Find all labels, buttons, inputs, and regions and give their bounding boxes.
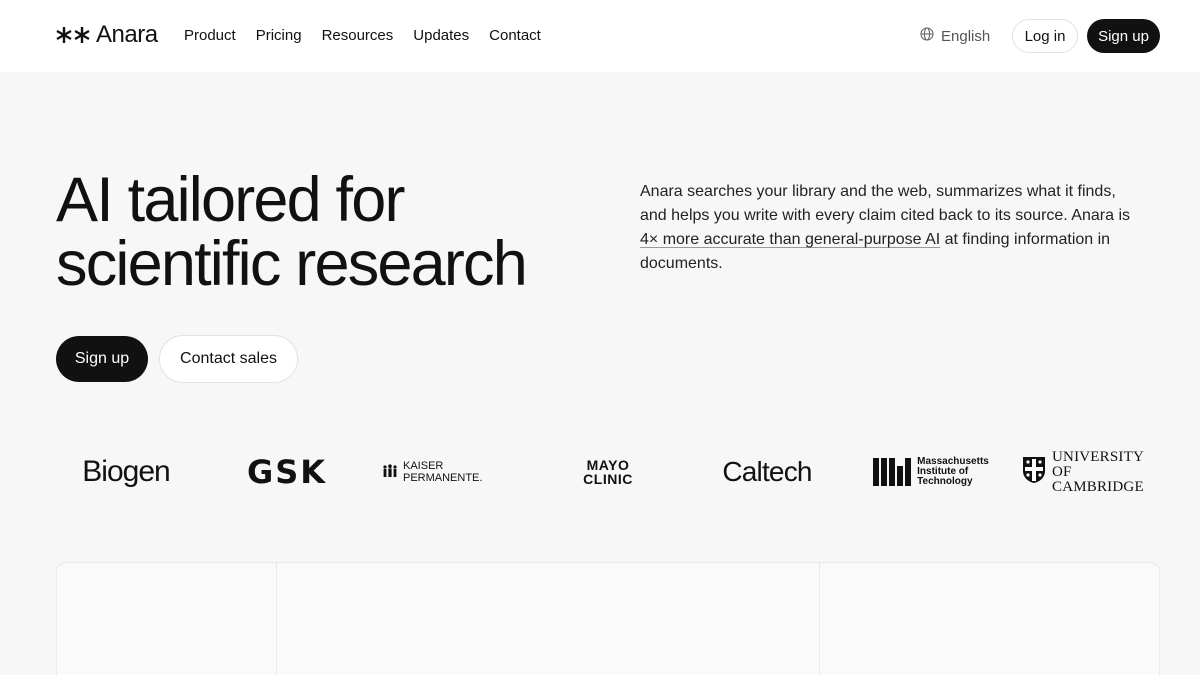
nav-pricing[interactable]: Pricing [256, 24, 302, 48]
nav-product[interactable]: Product [184, 24, 236, 48]
hero-title-line-2: scientific research [56, 229, 528, 299]
mayo-logo-line-1: MAYO [586, 457, 630, 473]
client-logo-strip: Biogen GSK KAISER PERMANENTE. MAYO CLINI… [56, 448, 1160, 496]
kaiser-people-icon [382, 463, 398, 481]
brand-logo[interactable]: Anara [56, 20, 158, 50]
biogen-logo: Biogen [56, 448, 196, 496]
hero-title: AI tailored for scientific research [56, 168, 616, 296]
preview-panel-center [277, 563, 820, 675]
mayo-clinic-logo: MAYO CLINIC [562, 448, 654, 496]
gsk-logo: GSK [226, 448, 348, 496]
nav-updates[interactable]: Updates [413, 24, 469, 48]
cambridge-shield-icon [1022, 456, 1046, 489]
mayo-logo-line-2: CLINIC [583, 471, 633, 487]
gsk-logo-text: GSK [246, 453, 328, 491]
top-navigation-bar: Anara Product Pricing Resources Updates … [0, 0, 1200, 72]
double-asterisk-icon [56, 26, 90, 44]
accuracy-link[interactable]: 4× more accurate than general-purpose AI [640, 231, 940, 248]
cambridge-logo-text: UNIVERSITY OF CAMBRIDGE [1052, 448, 1160, 495]
kaiser-permanente-logo: KAISER PERMANENTE. [382, 448, 514, 496]
caltech-logo: Caltech [706, 448, 828, 496]
signup-button-header[interactable]: Sign up [1087, 19, 1160, 53]
brand-name: Anara [96, 21, 158, 48]
cambridge-logo: UNIVERSITY OF CAMBRIDGE [1022, 448, 1160, 496]
globe-icon [920, 27, 934, 45]
login-button[interactable]: Log in [1012, 19, 1078, 53]
mit-bars-icon [873, 458, 912, 486]
page: Anara Product Pricing Resources Updates … [0, 0, 1200, 675]
language-selector[interactable]: English [920, 24, 990, 48]
mit-line-3: Technology [917, 476, 973, 487]
cambridge-line-1: UNIVERSITY OF [1052, 448, 1144, 480]
main-nav: Product Pricing Resources Updates Contac… [184, 24, 541, 48]
biogen-logo-text: Biogen [82, 455, 170, 488]
kaiser-logo-text: KAISER PERMANENTE. [403, 460, 483, 484]
preview-panel-right [820, 563, 1159, 675]
hero-description-text: Anara searches your library and the web,… [640, 183, 1130, 224]
cambridge-line-2: CAMBRIDGE [1052, 478, 1144, 495]
product-preview-panels [56, 562, 1160, 675]
language-label: English [941, 27, 991, 45]
preview-panel-left [57, 563, 277, 675]
hero-title-line-1: AI tailored for [56, 165, 405, 235]
nav-contact[interactable]: Contact [489, 24, 541, 48]
contact-sales-button[interactable]: Contact sales [159, 335, 298, 383]
caltech-logo-text: Caltech [722, 456, 812, 487]
hero-description: Anara searches your library and the web,… [640, 180, 1145, 276]
mit-logo-text: Massachusetts Institute of Technology [917, 457, 989, 487]
nav-resources[interactable]: Resources [322, 24, 394, 48]
signup-button-hero[interactable]: Sign up [56, 336, 148, 382]
mit-logo: Massachusetts Institute of Technology [866, 448, 996, 496]
